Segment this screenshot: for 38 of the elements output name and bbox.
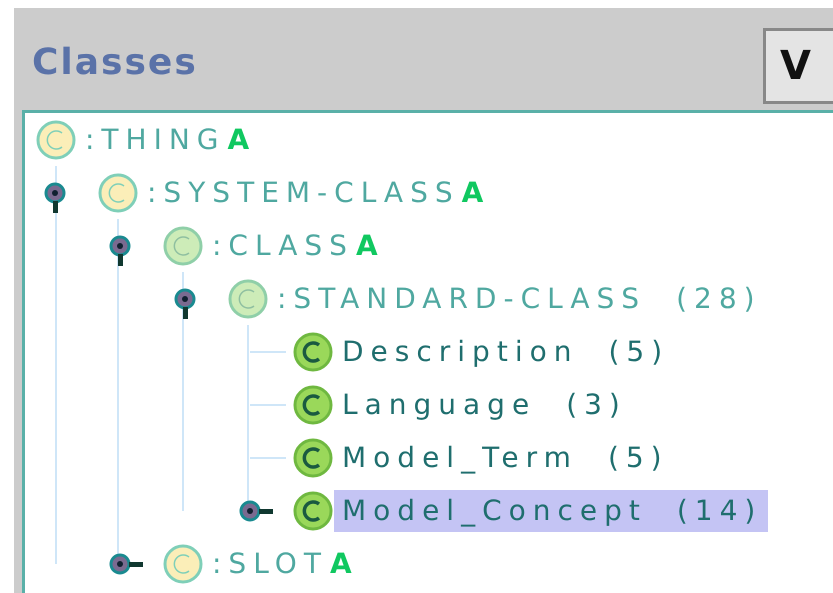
instance-count: (14) xyxy=(676,494,762,527)
class-icon xyxy=(292,490,334,532)
tree-item[interactable]: :SYSTEM-CLASS A xyxy=(139,172,490,214)
class-name: Language xyxy=(342,388,536,421)
class-name: :STANDARD-CLASS xyxy=(277,282,646,315)
tree-item[interactable]: :SLOT A xyxy=(204,542,358,584)
view-button[interactable]: V xyxy=(763,28,833,104)
class-name: Model_Term xyxy=(342,441,578,474)
abstract-label: A xyxy=(356,229,378,262)
tree-item[interactable]: :THING A xyxy=(77,118,256,160)
tree-item[interactable]: Model_Term (5) xyxy=(334,436,675,478)
class-name: :CLASS xyxy=(212,229,354,262)
instance-count: (28) xyxy=(676,282,762,315)
instance-count: (3) xyxy=(566,388,627,421)
tree-item[interactable]: Language (3) xyxy=(334,384,633,426)
tree-item[interactable]: Model_Concept (14) xyxy=(334,490,768,532)
abstract-label: A xyxy=(462,176,484,209)
tree-item[interactable]: :STANDARD-CLASS (28) xyxy=(269,278,768,320)
class-icon xyxy=(292,384,334,426)
class-name: Description xyxy=(342,335,578,368)
abstract-label: A xyxy=(330,547,352,580)
class-name: Model_Concept xyxy=(342,494,647,527)
class-name: :SYSTEM-CLASS xyxy=(147,176,460,209)
class-icon xyxy=(292,436,334,478)
tree-item[interactable]: :CLASS A xyxy=(204,224,384,266)
class-icon xyxy=(162,224,204,266)
class-icon xyxy=(35,118,77,160)
class-name: :THING xyxy=(85,123,226,156)
class-icon xyxy=(292,330,334,372)
abstract-label: A xyxy=(228,123,250,156)
panel-title: Classes xyxy=(32,42,198,83)
instance-count: (5) xyxy=(608,441,669,474)
class-name: :SLOT xyxy=(212,547,328,580)
class-icon xyxy=(97,172,139,214)
tree-item[interactable]: Description (5) xyxy=(334,330,676,372)
class-icon xyxy=(227,278,269,320)
class-icon xyxy=(162,542,204,584)
instance-count: (5) xyxy=(608,335,670,368)
